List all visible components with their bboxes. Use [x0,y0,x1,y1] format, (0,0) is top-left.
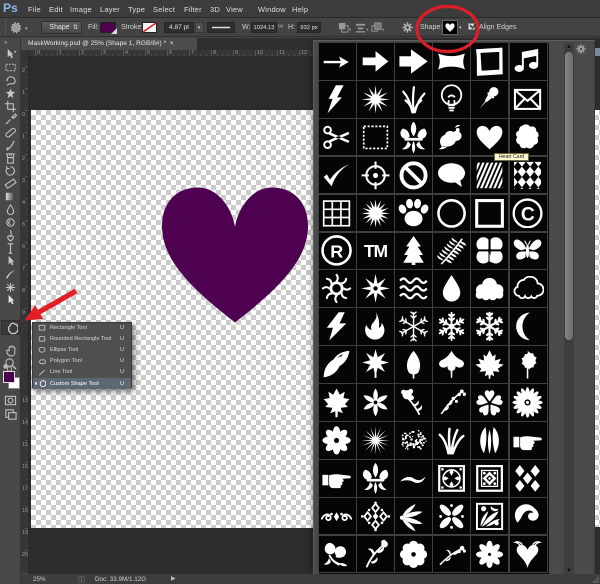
svg-text:TM: TM [364,242,388,262]
svg-text:R: R [331,242,344,262]
svg-text:C: C [521,204,535,225]
